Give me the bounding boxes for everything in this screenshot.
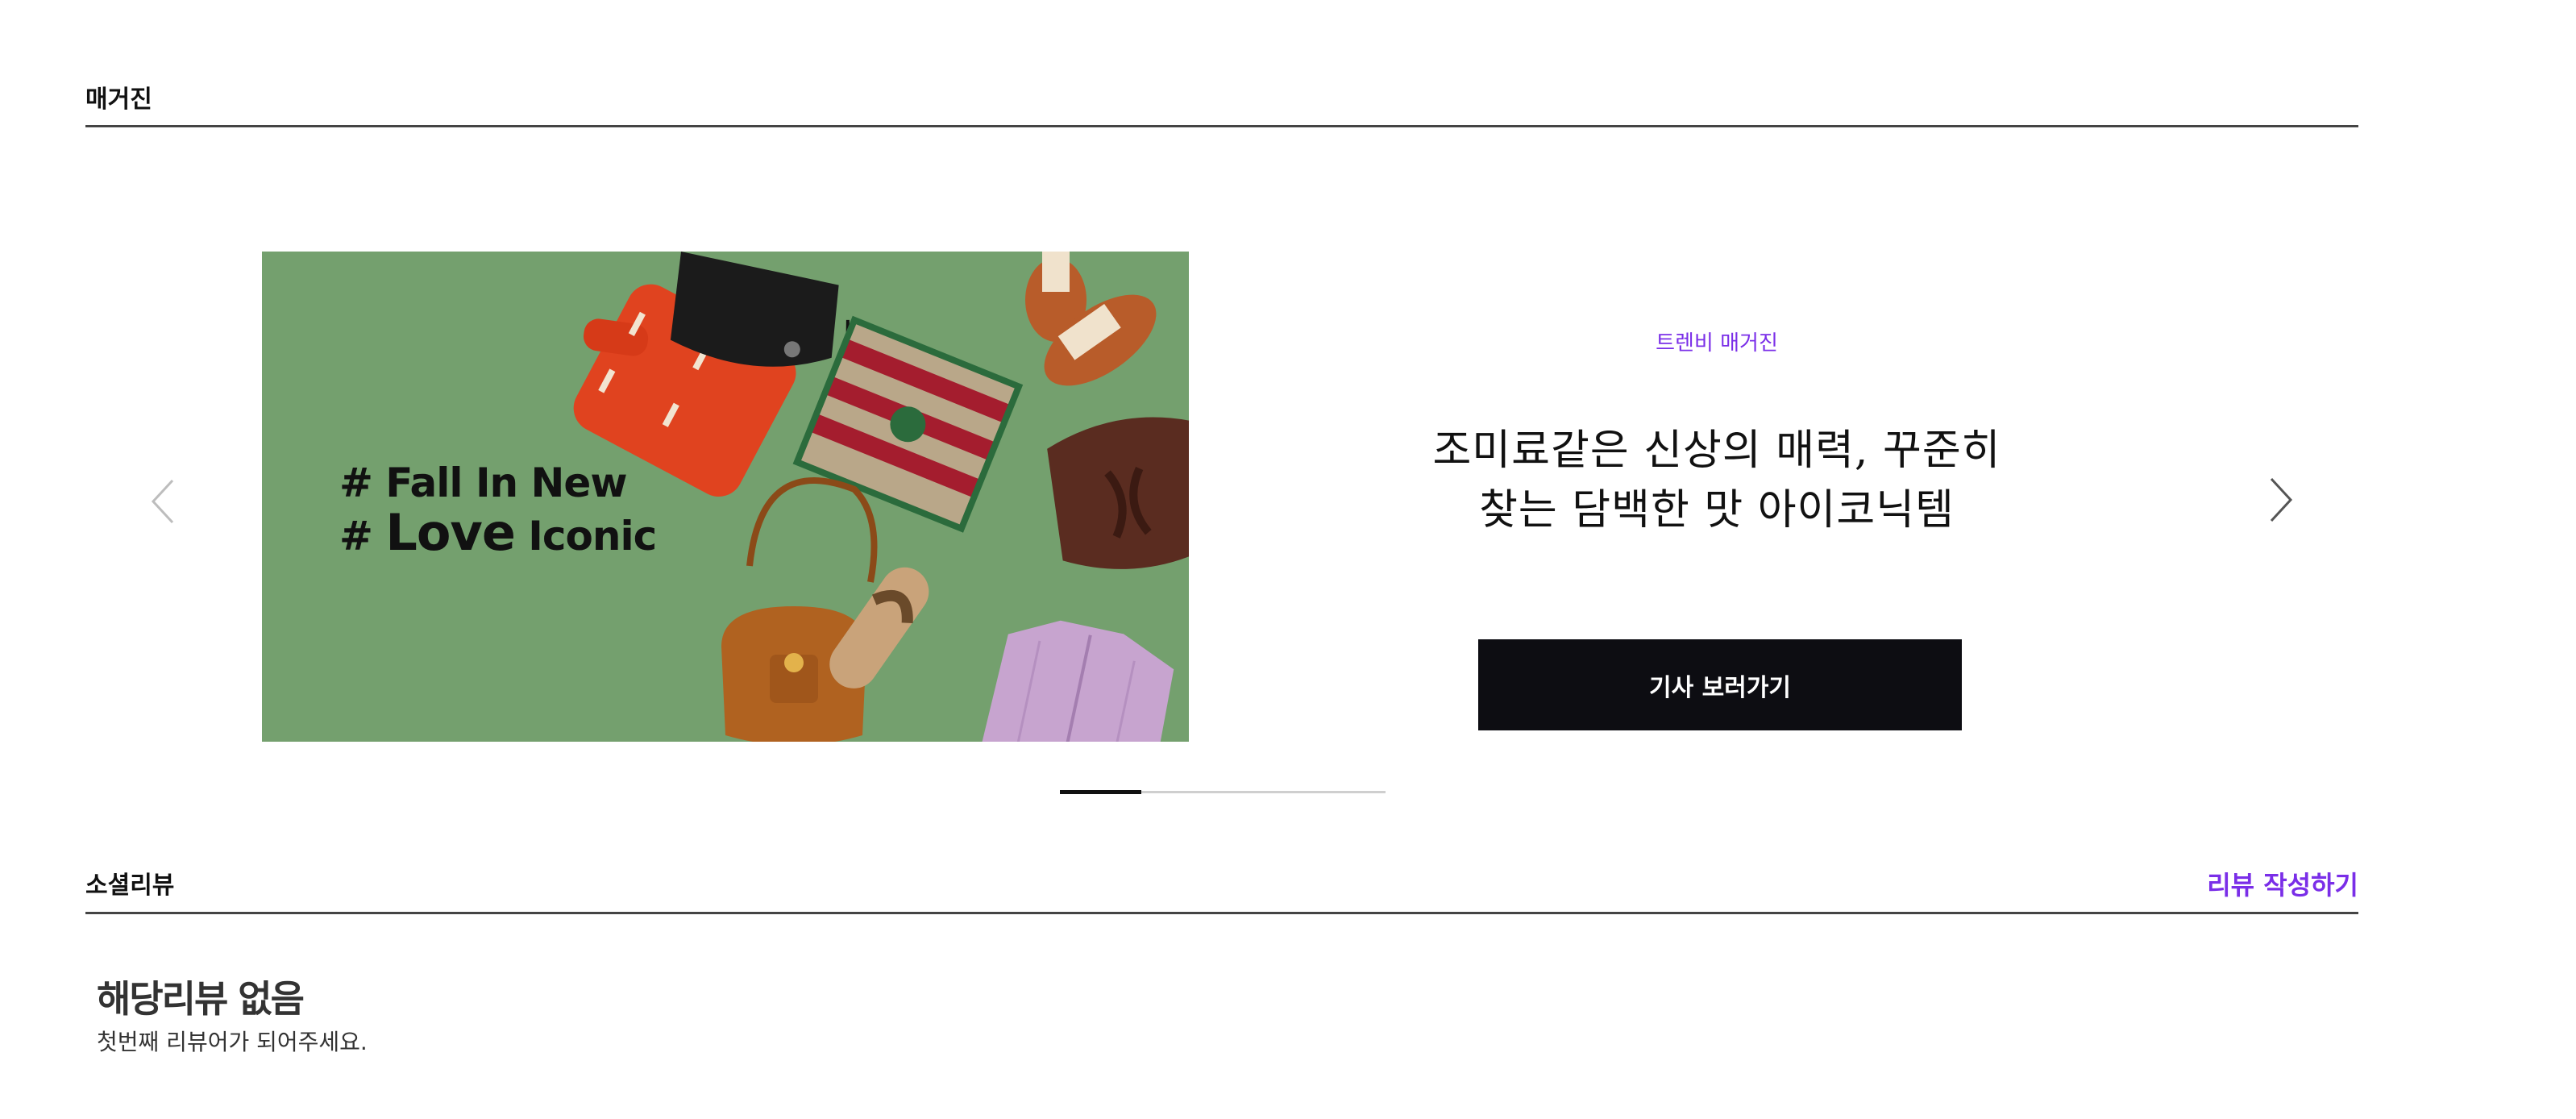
slider-progress-track[interactable] — [1060, 790, 1386, 794]
read-article-button[interactable]: 기사 보러가기 — [1478, 639, 1962, 730]
banner-line-2: # Love Iconic — [339, 503, 657, 562]
article-title-line-2: 찾는 담백한 맛 아이코닉템 — [1479, 486, 1955, 535]
banner-line-1: # Fall In New — [339, 460, 628, 506]
empty-reviews-title: 해당리뷰 없음 — [97, 977, 305, 1021]
reviews-section-title: 소셜리뷰 — [85, 871, 175, 900]
empty-reviews-subtitle: 첫번째 리뷰어가 되어주세요. — [97, 1029, 368, 1055]
write-review-link[interactable]: 리뷰 작성하기 — [2207, 865, 2358, 902]
magazine-divider — [85, 125, 2358, 127]
article-tag: 트렌비 매거진 — [1656, 331, 1778, 356]
chevron-right-icon[interactable] — [2268, 476, 2294, 524]
article-title: 조미료같은 신상의 매력, 꾸준히 찾는 담백한 맛 아이코닉템 — [1338, 421, 2096, 540]
banner-headline: # Fall In New # Love Iconic — [339, 460, 657, 562]
slider-progress-fill — [1060, 790, 1141, 794]
reviews-divider — [85, 912, 2358, 914]
chevron-left-icon[interactable] — [150, 477, 176, 526]
magazine-section-title: 매거진 — [85, 85, 152, 114]
article-title-line-1: 조미료같은 신상의 매력, 꾸준히 — [1432, 426, 2001, 475]
magazine-banner-image[interactable]: # Fall In New # Love Iconic — [262, 252, 1189, 742]
